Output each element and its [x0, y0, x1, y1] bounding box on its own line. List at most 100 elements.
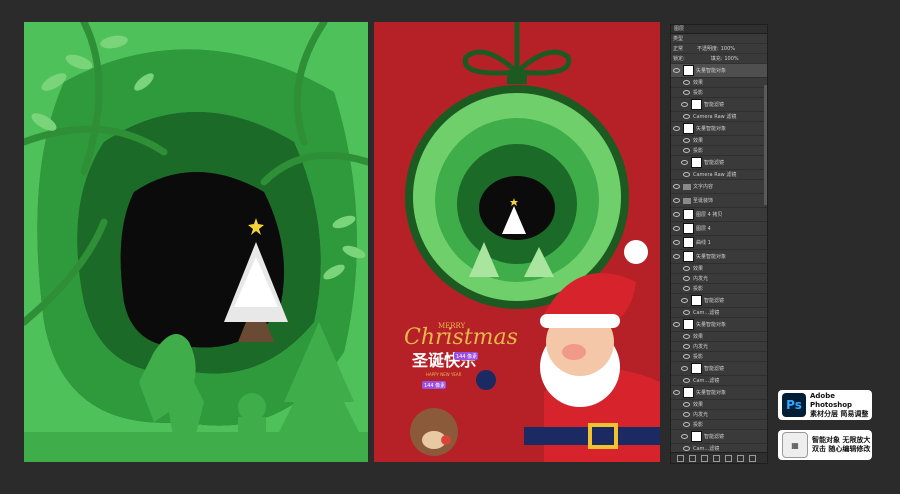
visibility-eye-icon[interactable]	[683, 276, 690, 281]
layer-row[interactable]: 文字内容	[671, 180, 767, 194]
layers-footer	[671, 452, 767, 463]
layer-name: 效果	[693, 138, 704, 144]
folder-icon[interactable]	[725, 454, 732, 462]
visibility-eye-icon[interactable]	[673, 68, 680, 73]
layer-row[interactable]: 投影	[671, 88, 767, 98]
visibility-eye-icon[interactable]	[683, 172, 690, 177]
visibility-eye-icon[interactable]	[673, 240, 680, 245]
layer-name: 圣诞装饰	[693, 198, 714, 204]
visibility-eye-icon[interactable]	[673, 226, 680, 231]
visibility-eye-icon[interactable]	[681, 102, 688, 107]
visibility-eye-icon[interactable]	[673, 254, 680, 259]
layer-row[interactable]: 内发光	[671, 342, 767, 352]
layer-row[interactable]: 矢量智能对象	[671, 122, 767, 136]
layer-name: 矢量智能对象	[696, 126, 727, 132]
visibility-eye-icon[interactable]	[683, 266, 690, 271]
visibility-eye-icon[interactable]	[683, 90, 690, 95]
fx-icon[interactable]	[689, 454, 696, 462]
layer-name: 投影	[693, 148, 704, 154]
visibility-eye-icon[interactable]	[683, 310, 690, 315]
subtitle-text: HAPPY NEW YEAR	[426, 372, 462, 377]
layer-row[interactable]: 效果	[671, 332, 767, 342]
new-layer-icon[interactable]	[737, 454, 744, 462]
smart-object-icon: ▦	[782, 432, 808, 458]
visibility-eye-icon[interactable]	[673, 126, 680, 131]
layer-row[interactable]: Camera Raw 滤镜	[671, 112, 767, 122]
group-folder-icon	[683, 197, 691, 204]
layer-name: 智能滤镜	[704, 298, 725, 304]
visibility-eye-icon[interactable]	[681, 434, 688, 439]
visibility-eye-icon[interactable]	[681, 160, 688, 165]
link-icon[interactable]	[677, 454, 684, 462]
size-tag-1: 144 像素	[456, 353, 477, 360]
layers-panel: 图层 类型 正常 不透明度: 100% 锁定: 填充: 100% 矢量智能对象效…	[670, 24, 768, 464]
visibility-eye-icon[interactable]	[683, 402, 690, 407]
layer-row[interactable]: 矢量智能对象	[671, 386, 767, 400]
layer-thumbnail	[683, 65, 694, 76]
visibility-eye-icon[interactable]	[683, 378, 690, 383]
layer-name: 智能滤镜	[704, 434, 725, 440]
layer-row[interactable]: 投影	[671, 284, 767, 294]
visibility-eye-icon[interactable]	[683, 114, 690, 119]
layer-name: 图层 4 拷贝	[696, 212, 723, 218]
layer-row[interactable]: 智能滤镜	[671, 156, 767, 170]
visibility-eye-icon[interactable]	[683, 138, 690, 143]
layer-name: 矢量智能对象	[696, 254, 727, 260]
layer-row[interactable]: 智能滤镜	[671, 294, 767, 308]
layer-name: 智能滤镜	[704, 366, 725, 372]
visibility-eye-icon[interactable]	[673, 322, 680, 327]
layer-name: Camera Raw 滤镜	[693, 114, 737, 120]
visibility-eye-icon[interactable]	[673, 212, 680, 217]
visibility-eye-icon[interactable]	[683, 446, 690, 451]
trash-icon[interactable]	[749, 454, 756, 462]
visibility-eye-icon[interactable]	[683, 148, 690, 153]
layer-row[interactable]: 智能滤镜	[671, 430, 767, 444]
adjustment-icon[interactable]	[713, 454, 720, 462]
visibility-eye-icon[interactable]	[681, 298, 688, 303]
layer-row[interactable]: 智能滤镜	[671, 362, 767, 376]
layer-row[interactable]: 矢量智能对象	[671, 64, 767, 78]
layer-row[interactable]: 效果	[671, 400, 767, 410]
layer-row[interactable]: 内发光	[671, 274, 767, 284]
layer-row[interactable]: 图层 4 拷贝	[671, 208, 767, 222]
visibility-eye-icon[interactable]	[683, 334, 690, 339]
fill-input[interactable]: 100%	[724, 56, 738, 62]
visibility-eye-icon[interactable]	[683, 422, 690, 427]
layer-thumbnail	[683, 251, 694, 262]
layer-row[interactable]: 效果	[671, 136, 767, 146]
visibility-eye-icon[interactable]	[683, 354, 690, 359]
filter-kind-select[interactable]: 类型	[673, 35, 683, 42]
layer-row[interactable]: 效果	[671, 264, 767, 274]
layer-row[interactable]: 矢量智能对象	[671, 318, 767, 332]
layer-row[interactable]: 矢量智能对象	[671, 250, 767, 264]
visibility-eye-icon[interactable]	[681, 366, 688, 371]
blend-mode-select[interactable]: 正常	[673, 45, 683, 52]
layers-tab[interactable]: 图层	[671, 25, 767, 34]
layer-row[interactable]: Camera Raw 滤镜	[671, 170, 767, 180]
layer-row[interactable]: Cam...滤镜	[671, 308, 767, 318]
layer-row[interactable]: 内发光	[671, 410, 767, 420]
layer-name: 矢量智能对象	[696, 68, 727, 74]
layers-scrollbar[interactable]	[764, 85, 767, 205]
layer-row[interactable]: 投影	[671, 146, 767, 156]
layer-row[interactable]: 效果	[671, 78, 767, 88]
layer-row[interactable]: Cam...滤镜	[671, 376, 767, 386]
visibility-eye-icon[interactable]	[683, 344, 690, 349]
visibility-eye-icon[interactable]	[673, 184, 680, 189]
visibility-eye-icon[interactable]	[683, 286, 690, 291]
layer-thumbnail	[683, 387, 694, 398]
visibility-eye-icon[interactable]	[673, 390, 680, 395]
layer-row[interactable]: 投影	[671, 352, 767, 362]
visibility-eye-icon[interactable]	[683, 412, 690, 417]
visibility-eye-icon[interactable]	[683, 80, 690, 85]
mask-icon[interactable]	[701, 454, 708, 462]
opacity-input[interactable]: 100%	[721, 46, 735, 52]
layer-row[interactable]: 智能滤镜	[671, 98, 767, 112]
layer-row[interactable]: 投影	[671, 420, 767, 430]
photoshop-badge-line1: Adobe Photoshop	[810, 391, 853, 409]
layer-row[interactable]: 图层 4	[671, 222, 767, 236]
lock-row: 锁定: 填充: 100%	[671, 54, 767, 64]
layer-row[interactable]: 曲线 1	[671, 236, 767, 250]
visibility-eye-icon[interactable]	[673, 198, 680, 203]
layer-row[interactable]: 圣诞装饰	[671, 194, 767, 208]
